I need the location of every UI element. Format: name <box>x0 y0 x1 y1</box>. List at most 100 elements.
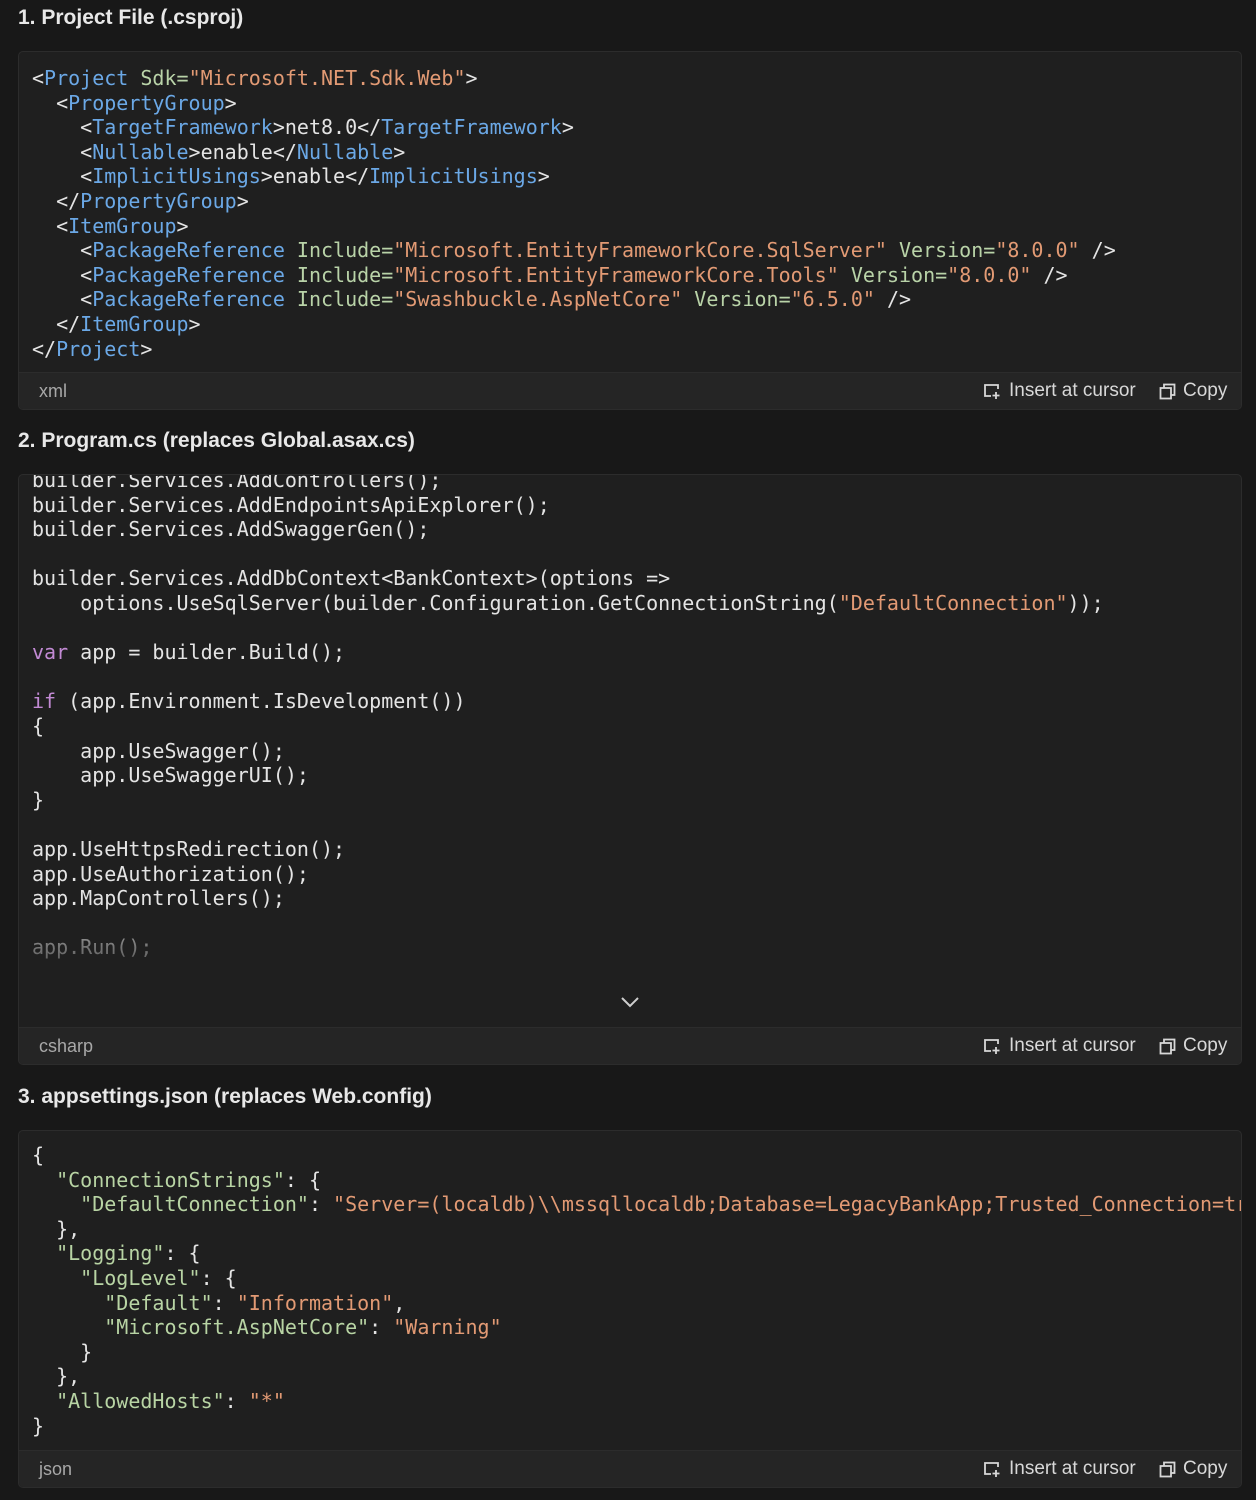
code-token: ItemGroup <box>80 311 189 336</box>
code-token: var <box>32 640 69 665</box>
copy-label: Copy <box>1183 1035 1228 1056</box>
code-token: } <box>32 1413 45 1438</box>
code-content[interactable]: { "ConnectionStrings": { "DefaultConnect… <box>19 1143 1241 1443</box>
code-token: PackageReference <box>92 287 285 312</box>
code-token: "Microsoft.EntityFrameworkCore.Tools" <box>393 262 839 287</box>
language-label: csharp <box>39 1036 94 1056</box>
code-text: builder.Services.AddControllers(); builde… <box>19 475 1241 960</box>
code-line: "Default": "Information", <box>32 1291 1241 1316</box>
code-token: : { <box>164 1241 201 1266</box>
insert-at-cursor-icon <box>984 383 1000 399</box>
code-token: < <box>32 164 93 189</box>
code-token: Sdk= <box>128 66 189 90</box>
code-token: (app.Environment.IsDevelopment()) <box>56 689 466 714</box>
code-content[interactable]: builder.Services.AddControllers(); builde… <box>19 475 1241 1023</box>
code-token: )); <box>1067 590 1104 615</box>
code-line: }, <box>32 1364 1241 1389</box>
code-line: <TargetFramework>net8.0</TargetFramework… <box>32 115 1241 140</box>
insert-at-cursor-label: Insert at cursor <box>1009 380 1136 401</box>
code-token: : { <box>284 1167 321 1192</box>
code-line: <PackageReference Include="Microsoft.Ent… <box>32 263 1241 288</box>
code-token: Version= <box>838 262 948 287</box>
copy-button[interactable]: Copy <box>1159 1458 1227 1480</box>
code-token: < <box>32 238 93 263</box>
code-token: if <box>32 689 57 714</box>
code-token: < <box>32 287 93 312</box>
code-line: <ItemGroup> <box>32 214 1241 239</box>
code-token: app.UseHttpsRedirection(); <box>32 836 346 861</box>
code-line: app.UseSwaggerUI(); <box>32 763 1241 788</box>
code-token: PackageReference <box>92 238 285 263</box>
insert-at-cursor-button[interactable]: Insert at cursor <box>983 1458 1136 1480</box>
code-line: app.MapControllers(); <box>32 886 1241 911</box>
code-token: /> <box>874 287 912 312</box>
code-token: Version= <box>886 238 996 263</box>
code-token: : <box>224 1388 249 1413</box>
code-token: "DefaultConnection" <box>838 590 1068 615</box>
code-token: Include= <box>284 262 394 287</box>
code-line: <PackageReference Include="Swashbuckle.A… <box>32 287 1241 312</box>
code-token: </ <box>32 188 81 213</box>
code-line: </Project> <box>32 337 1241 362</box>
code-token: : <box>369 1315 394 1340</box>
code-token: < <box>32 66 45 90</box>
insert-at-cursor-button[interactable]: Insert at cursor <box>983 380 1136 402</box>
code-token: > <box>465 66 478 90</box>
code-token: : { <box>200 1265 237 1290</box>
code-token: "8.0.0" <box>995 238 1080 263</box>
copy-button[interactable]: Copy <box>1159 380 1227 402</box>
code-block-xml: <Project Sdk="Microsoft.NET.Sdk.Web"> <P… <box>18 51 1242 410</box>
section-heading-program-cs: 2. Program.cs (replaces Global.asax.cs) <box>18 429 415 452</box>
copy-button[interactable]: Copy <box>1159 1035 1227 1057</box>
code-token: } <box>32 1339 93 1364</box>
code-token: ImplicitUsings <box>369 164 538 189</box>
code-token: PropertyGroup <box>68 90 225 115</box>
language-label: json <box>39 1459 73 1479</box>
code-token: builder.Services.AddDbContext<BankContex… <box>32 566 671 591</box>
code-line: </ItemGroup> <box>32 312 1241 337</box>
language-label: xml <box>39 381 67 401</box>
code-token: < <box>32 213 69 238</box>
code-line: <Nullable>enable</Nullable> <box>32 140 1241 165</box>
code-token: TargetFramework <box>381 115 562 140</box>
code-token: "6.5.0" <box>790 287 875 312</box>
code-token: < <box>32 139 93 164</box>
code-token: } <box>32 787 45 812</box>
code-line: "AllowedHosts": "*" <box>32 1389 1241 1414</box>
code-token: Nullable <box>296 139 394 164</box>
code-token: "DefaultConnection" <box>80 1192 309 1217</box>
insert-at-cursor-button[interactable]: Insert at cursor <box>983 1035 1136 1057</box>
code-line: <PackageReference Include="Microsoft.Ent… <box>32 238 1241 263</box>
code-token: Include= <box>284 287 394 312</box>
code-line: <ImplicitUsings>enable</ImplicitUsings> <box>32 164 1241 189</box>
code-block-csharp: builder.Services.AddControllers(); builde… <box>18 474 1242 1065</box>
code-line: app.Run(); <box>32 935 1241 960</box>
code-token: > <box>393 139 406 164</box>
code-line: builder.Services.AddEndpointsApiExplorer… <box>32 493 1241 518</box>
code-token: "LogLevel" <box>80 1265 201 1290</box>
section-heading-project-file: 1. Project File (.csproj) <box>18 6 244 29</box>
code-line: builder.Services.AddSwaggerGen(); <box>32 517 1241 542</box>
code-token: PackageReference <box>92 262 285 287</box>
code-token: Include= <box>284 238 394 263</box>
code-token: "Microsoft.AspNetCore" <box>104 1315 370 1340</box>
code-line: var app = builder.Build(); <box>32 640 1241 665</box>
code-block-json: { "ConnectionStrings": { "DefaultConnect… <box>18 1130 1242 1488</box>
code-token: : <box>212 1290 237 1315</box>
code-token: app.UseSwagger(); <box>32 738 285 763</box>
insert-at-cursor-icon <box>984 1038 1000 1054</box>
chevron-down-icon[interactable] <box>619 995 641 1009</box>
code-token: >net8.0</ <box>272 115 382 140</box>
code-line: "DefaultConnection": "Server=(localdb)\\… <box>32 1192 1241 1217</box>
code-content[interactable]: <Project Sdk="Microsoft.NET.Sdk.Web"> <P… <box>19 66 1241 366</box>
code-token: builder.Services.AddSwaggerGen(); <box>32 517 430 542</box>
code-text: <Project Sdk="Microsoft.NET.Sdk.Web"> <P… <box>19 66 1241 361</box>
code-token: < <box>32 262 93 287</box>
code-line: <Project Sdk="Microsoft.NET.Sdk.Web"> <box>32 66 1241 91</box>
code-line: builder.Services.AddControllers(); <box>32 475 1241 493</box>
insert-at-cursor-label: Insert at cursor <box>1009 1458 1136 1479</box>
code-token: "Microsoft.NET.Sdk.Web" <box>188 66 466 90</box>
